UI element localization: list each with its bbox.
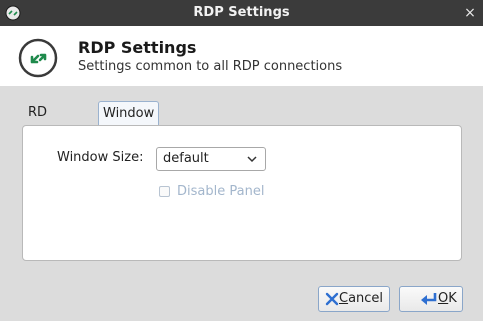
checkbox-box[interactable] xyxy=(159,186,170,197)
window-tab-panel: Window Size: default Disable Panel xyxy=(22,125,462,261)
enter-arrow-icon xyxy=(421,293,437,305)
tab-rd-broker[interactable]: RD Broker xyxy=(24,101,74,144)
ok-button[interactable]: OK xyxy=(399,286,463,312)
window-size-value: default xyxy=(163,151,209,166)
disable-panel-label: Disable Panel xyxy=(177,184,265,199)
dialog-body: RD Broker Window Window Size: default Di… xyxy=(0,86,483,321)
cancel-label: Cancel xyxy=(339,291,384,306)
tab-window[interactable]: Window xyxy=(98,101,160,126)
window-title: RDP Settings xyxy=(193,5,290,20)
rdp-arrows-icon xyxy=(18,38,58,78)
window-size-select[interactable]: default xyxy=(156,147,266,171)
cancel-x-icon xyxy=(325,292,339,306)
header-subtitle: Settings common to all RDP connections xyxy=(78,59,343,74)
ok-label: OK xyxy=(438,291,457,306)
chevron-down-icon xyxy=(247,156,257,163)
title-bar: RDP Settings × xyxy=(0,0,483,26)
dialog-header: RDP Settings Settings common to all RDP … xyxy=(0,26,483,86)
window-size-label: Window Size: xyxy=(57,150,144,165)
header-title: RDP Settings xyxy=(78,38,197,57)
cancel-button[interactable]: Cancel xyxy=(318,286,390,312)
close-icon[interactable]: × xyxy=(459,0,481,26)
